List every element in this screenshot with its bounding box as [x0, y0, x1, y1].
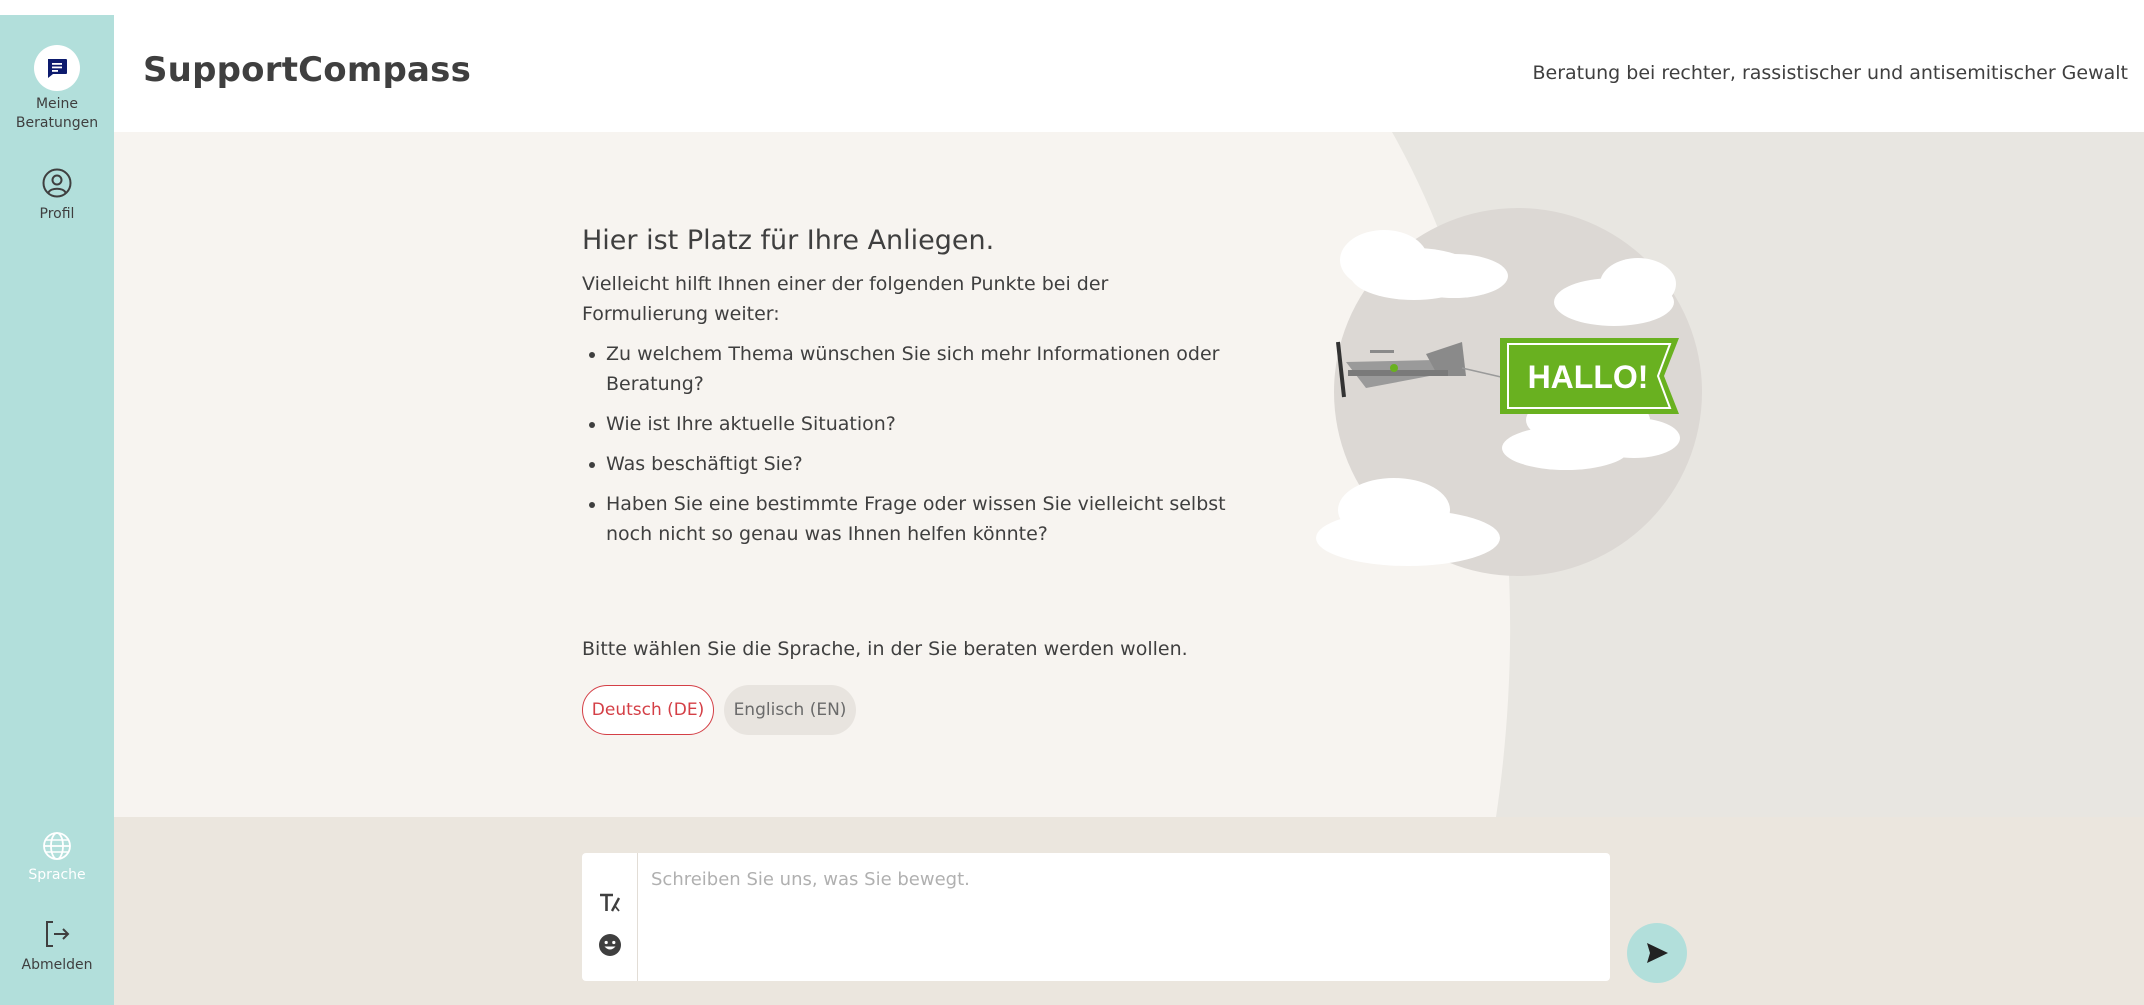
page-heading: Hier ist Platz für Ihre Anliegen.	[582, 225, 995, 256]
send-button[interactable]	[1627, 923, 1687, 983]
hallo-plane-illustration: HALLO!	[1316, 208, 1702, 576]
sidebar-item-sprache[interactable]: Sprache	[0, 830, 114, 885]
sidebar-item-label: Abmelden	[21, 957, 93, 973]
message-input[interactable]	[639, 853, 1610, 981]
emoji-button[interactable]	[596, 931, 624, 959]
sidebar-item-label: Sprache	[28, 867, 86, 883]
nav-active-indicator	[34, 45, 80, 91]
sidebar-item-label: Profil	[39, 206, 75, 222]
list-item: Zu welchem Thema wünschen Sie sich mehr …	[582, 339, 1242, 399]
send-icon	[1647, 943, 1668, 963]
user-circle-icon	[42, 168, 72, 198]
emoji-icon	[599, 934, 621, 956]
sidebar-item-profil[interactable]: Profil	[0, 167, 114, 224]
language-button-de[interactable]: Deutsch (DE)	[582, 685, 714, 735]
message-input-box	[582, 853, 1610, 981]
intro-text: Vielleicht hilft Ihnen einer der folgend…	[582, 273, 1109, 325]
main-content: HALLO! Hier ist Platz für Ihre Anliegen.…	[114, 132, 2144, 817]
language-button-en[interactable]: Englisch (EN)	[724, 685, 856, 735]
banner-text: HALLO!	[1528, 359, 1649, 395]
sidebar-item-label: Meine	[35, 96, 79, 112]
intro-section: Hier ist Platz für Ihre Anliegen. Vielle…	[582, 225, 1262, 559]
sidebar-item-abmelden[interactable]: Abmelden	[0, 918, 114, 975]
text-format-button[interactable]	[596, 889, 624, 917]
composer-tools	[582, 853, 638, 981]
sidebar: Meine Beratungen Profil Sprache Abmelden	[0, 15, 114, 1005]
message-composer	[114, 817, 2144, 1005]
text-format-icon	[600, 893, 621, 912]
sidebar-item-label: Beratungen	[15, 115, 99, 131]
chat-bubble-icon	[48, 59, 67, 78]
list-item: Haben Sie eine bestimmte Frage oder wiss…	[582, 489, 1242, 549]
app-tagline: Beratung bei rechter, rassistischer und …	[1532, 62, 2128, 84]
hallo-banner: HALLO!	[1500, 338, 1679, 414]
language-prompt: Bitte wählen Sie die Sprache, in der Sie…	[582, 638, 1188, 660]
app-brand: SupportCompass	[143, 50, 472, 90]
logout-icon	[46, 921, 70, 947]
globe-icon	[43, 832, 71, 860]
sidebar-item-meine-beratungen[interactable]: Meine Beratungen	[0, 45, 114, 133]
list-item: Was beschäftigt Sie?	[582, 449, 1242, 479]
list-item: Wie ist Ihre aktuelle Situation?	[582, 409, 1242, 439]
header: SupportCompass Beratung bei rechter, ras…	[114, 15, 2144, 132]
hint-list: Zu welchem Thema wünschen Sie sich mehr …	[582, 339, 1262, 549]
